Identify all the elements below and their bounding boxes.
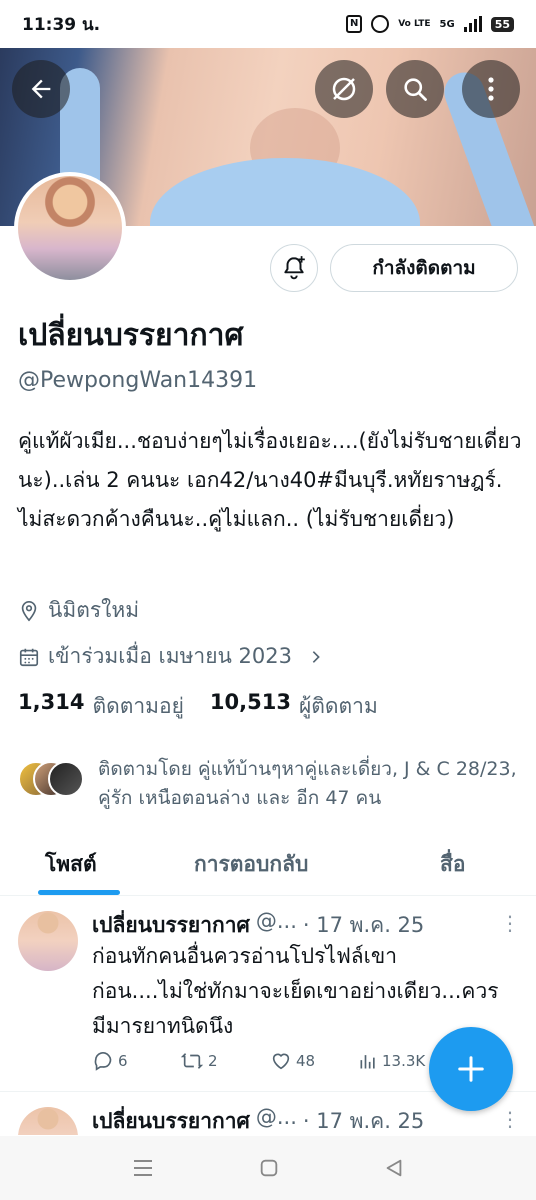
post-avatar[interactable] <box>18 911 78 971</box>
calendar-icon <box>19 648 39 666</box>
location-text: นิมิตรใหม่ <box>48 598 140 622</box>
tab-replies[interactable]: การตอบกลับ <box>194 848 308 881</box>
search-icon <box>404 78 427 101</box>
status-bar: 11:39 น. N Vo LTE 5G 55 <box>0 0 536 48</box>
repost-button[interactable]: 2 <box>180 1050 270 1072</box>
following-button[interactable]: กำลังติดตาม <box>330 244 518 292</box>
following-count[interactable]: 1,314 <box>18 690 84 723</box>
more-vertical-icon <box>488 77 494 101</box>
profile-tabs: โพสต์ การตอบกลับ สื่อ <box>0 830 536 896</box>
post-author-handle: @... <box>255 909 297 933</box>
profile-bio: คู่แท้ผัวเมีย...ชอบง่ายๆไม่เรื่องเยอะ...… <box>18 429 522 531</box>
post-actions: 6 2 48 13.3K <box>92 1050 425 1072</box>
joined-row[interactable]: เข้าร่วมเมื่อ เมษายน 2023 <box>18 640 324 673</box>
search-button[interactable] <box>386 60 444 118</box>
avatar <box>48 761 84 797</box>
display-name: เปลี่ยนบรรยากาศ <box>18 318 244 353</box>
like-count: 48 <box>296 1052 316 1070</box>
followers-count[interactable]: 10,513 <box>210 690 291 723</box>
tab-posts[interactable]: โพสต์ <box>45 848 97 881</box>
repost-count: 2 <box>208 1052 218 1070</box>
system-nav-bar <box>0 1136 536 1200</box>
post-date: · 17 พ.ค. 25 <box>302 1109 425 1133</box>
back-button[interactable] <box>12 60 70 118</box>
views-chart-icon <box>360 1055 375 1069</box>
followed-by-avatars <box>18 761 84 805</box>
post-author-name: เปลี่ยนบรรยากาศ <box>92 1109 250 1133</box>
profile-avatar[interactable] <box>14 172 126 284</box>
network-type: 5G <box>439 18 455 30</box>
following-label[interactable]: ติดตามอยู่ <box>92 690 183 723</box>
status-icons: N Vo LTE 5G 55 <box>346 15 514 33</box>
battery-icon: 55 <box>490 16 514 32</box>
signal-icon <box>463 16 482 32</box>
heart-icon <box>272 1053 290 1070</box>
post-more-button[interactable]: ⋮ <box>500 911 520 935</box>
home-icon[interactable] <box>258 1157 280 1179</box>
nfc-icon: N <box>346 15 363 33</box>
status-time: 11:39 น. <box>22 14 101 35</box>
followed-by[interactable]: ติดตามโดย คู่แท้บ้านๆหาคู่และเดี่ยว, J &… <box>18 755 523 813</box>
location-pin-icon <box>21 600 37 621</box>
chevron-right-icon <box>312 650 320 663</box>
bell-plus-icon <box>284 256 305 280</box>
grok-icon <box>332 77 356 101</box>
tab-media[interactable]: สื่อ <box>440 848 465 881</box>
reply-icon <box>94 1052 112 1071</box>
post-header: เปลี่ยนบรรยากาศ @... · 17 พ.ค. 25 <box>92 909 424 942</box>
view-count: 13.3K <box>382 1052 426 1070</box>
alarm-icon <box>371 15 390 33</box>
more-options-button[interactable] <box>462 60 520 118</box>
location-row: นิมิตรใหม่ <box>18 594 139 627</box>
post-more-button[interactable]: ⋮ <box>500 1107 520 1131</box>
compose-button[interactable] <box>429 1027 513 1111</box>
followers-label[interactable]: ผู้ติดตาม <box>299 690 378 723</box>
reply-count: 6 <box>118 1052 128 1070</box>
post-date: · 17 พ.ค. 25 <box>302 913 425 937</box>
like-button[interactable]: 48 <box>270 1050 358 1072</box>
post-text: ก่อนทักคนอื่นควรอ่านโปรไฟล์เขาก่อน....ไม… <box>92 944 499 1038</box>
recent-apps-icon[interactable] <box>131 1158 155 1178</box>
post-header: เปลี่ยนบรรยากาศ @... · 17 พ.ค. 25 <box>92 1105 424 1135</box>
followed-by-text: ติดตามโดย คู่แท้บ้านๆหาคู่และเดี่ยว, J &… <box>98 758 517 809</box>
post-author-handle: @... <box>255 1105 297 1129</box>
views-button[interactable]: 13.3K <box>358 1050 425 1072</box>
plus-icon <box>458 1056 484 1082</box>
back-nav-icon[interactable] <box>383 1157 405 1179</box>
joined-text: เข้าร่วมเมื่อ เมษายน 2023 <box>48 644 292 668</box>
repost-icon <box>180 1053 204 1069</box>
user-handle: @PewpongWan14391 <box>18 368 258 393</box>
banner-image-part <box>150 158 420 226</box>
reply-button[interactable]: 6 <box>92 1050 180 1072</box>
post-author-name: เปลี่ยนบรรยากาศ <box>92 913 250 937</box>
back-arrow-icon <box>31 79 51 99</box>
notifications-button[interactable] <box>270 244 318 292</box>
active-tab-indicator <box>38 890 120 895</box>
grok-button[interactable] <box>315 60 373 118</box>
follow-counts: 1,314 ติดตามอยู่ 10,513 ผู้ติดตาม <box>18 690 378 723</box>
post-avatar[interactable] <box>18 1107 78 1135</box>
volte-icon: Vo LTE <box>398 18 431 29</box>
